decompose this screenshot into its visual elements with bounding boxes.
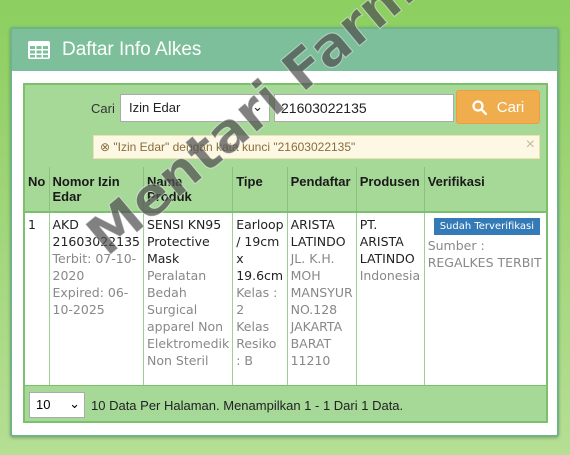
chevron-down-icon: ⌄ xyxy=(69,396,80,411)
kelas-value: Kelas : 2 xyxy=(236,285,278,317)
table-header-row: No Nomor Izin Edar Nama Produk Tipe Pend… xyxy=(25,167,546,213)
kategori-produk: Peralatan Bedah Surgical apparel Non Ele… xyxy=(146,268,230,368)
cell-no: 1 xyxy=(25,212,50,388)
search-field-select[interactable]: Izin Edar ⌄ xyxy=(120,94,270,122)
per-page-value: 10 xyxy=(36,397,51,412)
kelas-resiko-value: Kelas Resiko : B xyxy=(236,319,277,368)
table-row: 1 AKD 21603022135 Terbit: 07-10-2020 Exp… xyxy=(25,212,546,388)
nama-produk-value: SENSI KN95 Protective Mask xyxy=(146,217,222,266)
produsen-negara: Indonesia xyxy=(359,268,421,283)
search-button[interactable]: Cari xyxy=(456,90,540,124)
search-icon xyxy=(472,99,487,115)
cell-verifikasi: Sudah Terverifikasi Sumber : REGALKES TE… xyxy=(424,212,546,388)
page-title: Daftar Info Alkes xyxy=(62,39,202,60)
pagination-info: 10 Data Per Halaman. Menampilkan 1 - 1 D… xyxy=(91,398,404,413)
cell-tipe: Earloop / 19cm x 19.6cm Kelas : 2 Kelas … xyxy=(232,212,288,388)
results-container: Cari Izin Edar ⌄ 21603022135 Cari ⊗ "Izi… xyxy=(23,83,548,423)
col-header-verifikasi: Verifikasi xyxy=(424,167,546,213)
search-filter-alert: ⊗ "Izin Edar" dengan kata kunci "2160302… xyxy=(93,135,540,159)
cell-produsen: PT. ARISTA LATINDO Indonesia xyxy=(356,212,425,388)
pendaftar-nama: ARISTA LATINDO xyxy=(290,217,346,249)
col-header-pendaftar: Pendaftar xyxy=(287,167,357,213)
produsen-nama: PT. ARISTA LATINDO xyxy=(359,217,415,266)
search-input[interactable]: 21603022135 xyxy=(274,94,454,122)
table-icon xyxy=(28,41,50,59)
pendaftar-alamat: JL. K.H. MOH MANSYUR NO.128 JAKARTA BARA… xyxy=(290,251,353,368)
filter-description: "Izin Edar" dengan kata kunci "216030221… xyxy=(113,140,356,154)
col-header-nomor-izin: Nomor Izin Edar xyxy=(49,167,144,213)
chevron-down-icon: ⌄ xyxy=(252,99,263,114)
pagination-footer: 10 ⌄ 10 Data Per Halaman. Menampilkan 1 … xyxy=(25,385,546,421)
col-header-tipe: Tipe xyxy=(232,167,288,213)
remove-filter-icon[interactable]: ⊗ xyxy=(100,140,110,154)
col-header-no: No xyxy=(25,167,50,213)
tipe-value: Earloop / 19cm x 19.6cm xyxy=(236,217,284,283)
col-header-produsen: Produsen xyxy=(356,167,425,213)
verified-badge: Sudah Terverifikasi xyxy=(433,218,541,235)
search-field-value: Izin Edar xyxy=(129,100,181,115)
terbit-date: Terbit: 07-10-2020 xyxy=(52,251,137,283)
expired-date: Expired: 06-10-2025 xyxy=(52,285,129,317)
cell-nama-produk: SENSI KN95 Protective Mask Peralatan Bed… xyxy=(143,212,234,388)
search-button-label: Cari xyxy=(496,98,525,116)
results-table: No Nomor Izin Edar Nama Produk Tipe Pend… xyxy=(25,167,546,388)
cell-nomor-izin: AKD 21603022135 Terbit: 07-10-2020 Expir… xyxy=(49,212,144,388)
close-icon[interactable]: × xyxy=(526,136,535,154)
search-bar: Cari Izin Edar ⌄ 21603022135 Cari ⊗ "Izi… xyxy=(25,85,546,167)
info-alkes-panel: Daftar Info Alkes Cari Izin Edar ⌄ 21603… xyxy=(10,27,559,437)
search-label: Cari xyxy=(91,101,115,116)
col-header-nama-produk: Nama Produk xyxy=(143,167,234,213)
per-page-select[interactable]: 10 ⌄ xyxy=(29,392,85,418)
nomor-izin-value: AKD 21603022135 xyxy=(52,217,140,249)
cell-pendaftar: ARISTA LATINDO JL. K.H. MOH MANSYUR NO.1… xyxy=(287,212,357,388)
panel-header: Daftar Info Alkes xyxy=(12,29,557,71)
sumber-value: Sumber : REGALKES TERBIT xyxy=(427,238,542,270)
